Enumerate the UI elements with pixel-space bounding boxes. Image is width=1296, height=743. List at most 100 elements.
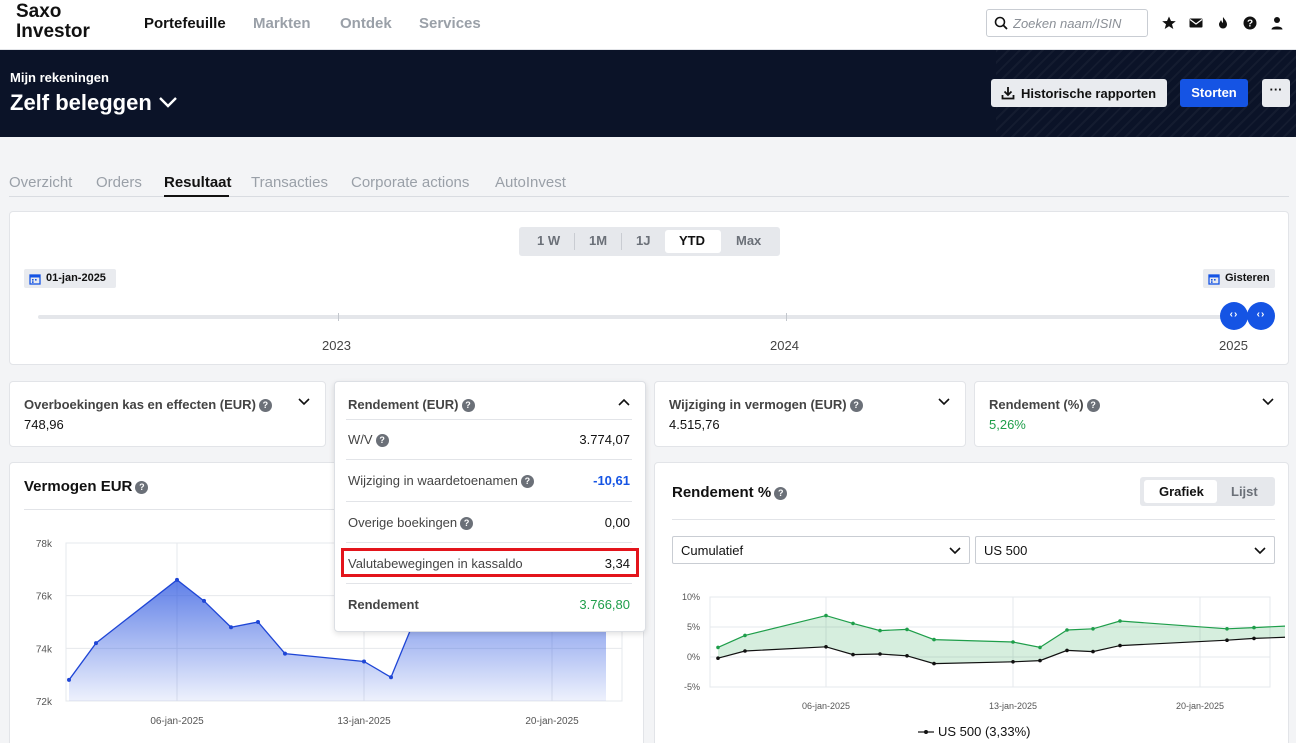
start-date-label: 01-jan-2025	[46, 272, 106, 284]
stat-value-transfers: 748,96	[24, 417, 64, 432]
timeline-tick	[338, 313, 339, 321]
portfolio-point	[716, 645, 720, 650]
timeline-end-handle[interactable]: ‹›	[1247, 302, 1275, 330]
user-icon[interactable]	[1269, 15, 1285, 31]
benchmark-point	[1252, 636, 1256, 641]
benchmark-point	[851, 652, 855, 657]
y-tick-label: -5%	[684, 682, 700, 692]
help-icon[interactable]: ?	[375, 434, 389, 447]
benchmark-point	[1118, 643, 1122, 648]
historical-reports-button[interactable]: Historische rapporten	[991, 79, 1167, 107]
tab-transacties[interactable]: Transacties	[251, 174, 328, 191]
breakdown-value-wv: 3.774,07	[579, 432, 630, 447]
tab-autoinvest[interactable]: AutoInvest	[495, 174, 566, 191]
chevron-down-icon[interactable]	[1262, 398, 1274, 406]
stat-card-return-pct[interactable]	[974, 381, 1289, 447]
deposit-button[interactable]: Storten	[1180, 79, 1248, 107]
nav-services[interactable]: Services	[419, 15, 481, 32]
account-subtitle: Mijn rekeningen	[10, 70, 109, 85]
breakdown-divider	[346, 459, 632, 460]
breakdown-divider	[346, 542, 632, 543]
timeline-track[interactable]	[38, 315, 1260, 319]
benchmark-select[interactable]: US 500	[975, 536, 1275, 564]
breakdown-total-value: 3.766,80	[579, 597, 630, 612]
chevron-down-icon[interactable]	[938, 398, 950, 406]
nav-ontdek[interactable]: Ontdek	[340, 15, 392, 32]
chevron-up-icon[interactable]	[618, 398, 630, 406]
help-icon[interactable]: ?	[258, 399, 272, 412]
stat-title-return-pct: Rendement (%)?	[989, 397, 1100, 412]
wealth-point	[94, 641, 98, 646]
x-tick-label: 06-jan-2025	[150, 716, 204, 727]
chart-divider	[672, 519, 1275, 520]
benchmark-point	[1225, 638, 1229, 642]
benchmark-point	[1091, 649, 1095, 654]
timeline-start-handle[interactable]: ‹›	[1220, 302, 1248, 330]
nav-markten[interactable]: Markten	[253, 15, 311, 32]
end-date-chip[interactable]: Gisteren	[1203, 269, 1275, 288]
search-box[interactable]	[986, 9, 1148, 37]
stat-value-change: 4.515,76	[669, 417, 720, 432]
calendar-icon	[1208, 274, 1220, 285]
period-max[interactable]: Max	[736, 233, 761, 248]
portfolio-point	[1252, 625, 1256, 630]
stat-title-return-eur: Rendement (EUR)?	[348, 397, 475, 412]
mode-select[interactable]: Cumulatief	[672, 536, 970, 564]
portfolio-point	[824, 613, 828, 618]
view-grafiek[interactable]: Grafiek	[1159, 484, 1204, 499]
nav-portefeuille[interactable]: Portefeuille	[144, 15, 226, 32]
tab-overzicht[interactable]: Overzicht	[9, 174, 72, 191]
brand-logo[interactable]: Saxo Investor	[16, 2, 90, 42]
start-date-chip[interactable]: 01-jan-2025	[24, 269, 116, 288]
chevron-down-icon[interactable]	[158, 96, 178, 108]
search-input[interactable]	[1013, 13, 1143, 33]
star-icon[interactable]	[1161, 15, 1177, 31]
benchmark-point	[716, 656, 720, 660]
period-separator	[574, 233, 575, 250]
tab-resultaat[interactable]: Resultaat	[164, 174, 232, 191]
stat-title-transfers: Overboekingen kas en effecten (EUR)?	[24, 397, 272, 412]
portfolio-point	[851, 621, 855, 626]
breakdown-value-value-change: -10,61	[593, 473, 630, 488]
breakdown-label-other: Overige boekingen?	[348, 515, 474, 530]
help-icon[interactable]: ?	[135, 481, 149, 494]
view-lijst[interactable]: Lijst	[1231, 484, 1258, 499]
calendar-icon	[29, 274, 41, 285]
wealth-point	[202, 598, 206, 603]
period-1w[interactable]: 1 W	[537, 233, 560, 248]
help-icon[interactable]: ?	[1086, 399, 1100, 412]
historical-reports-label: Historische rapporten	[1021, 86, 1157, 101]
help-icon[interactable]: ?	[774, 487, 788, 500]
y-tick-label: 10%	[682, 592, 700, 602]
return-chart-title: Rendement %?	[672, 484, 788, 501]
benchmark-point	[824, 645, 828, 649]
period-separator	[621, 233, 622, 250]
help-icon[interactable]: ?	[460, 517, 474, 530]
account-title[interactable]: Zelf beleggen	[10, 90, 152, 116]
period-ytd[interactable]: YTD	[679, 233, 705, 248]
stat-card-transfers[interactable]	[9, 381, 326, 447]
timeline-year-2025: 2025	[1219, 338, 1248, 353]
wealth-point	[67, 677, 71, 682]
benchmark-point	[1038, 658, 1042, 663]
help-icon[interactable]: ?	[461, 399, 475, 412]
timeline-tick	[786, 313, 787, 321]
period-1m[interactable]: 1M	[589, 233, 607, 248]
mail-icon[interactable]	[1188, 15, 1204, 31]
period-1j[interactable]: 1J	[636, 233, 650, 248]
tab-corporate-actions[interactable]: Corporate actions	[351, 174, 469, 191]
tab-orders[interactable]: Orders	[96, 174, 142, 191]
y-tick-label: 5%	[687, 622, 700, 632]
top-navigation: Saxo Investor Portefeuille Markten Ontde…	[0, 0, 1296, 50]
chevron-down-icon[interactable]	[298, 398, 310, 406]
wealth-point	[256, 620, 260, 624]
more-options-button[interactable]: ···	[1262, 79, 1290, 107]
help-icon[interactable]: ?	[849, 399, 863, 412]
portfolio-point	[1118, 619, 1122, 623]
benchmark-point	[743, 649, 747, 653]
flame-icon[interactable]	[1215, 15, 1231, 31]
stat-card-change[interactable]	[654, 381, 966, 447]
help-icon[interactable]: ?	[1242, 15, 1258, 31]
portfolio-point	[905, 627, 909, 632]
benchmark-point	[905, 654, 909, 658]
